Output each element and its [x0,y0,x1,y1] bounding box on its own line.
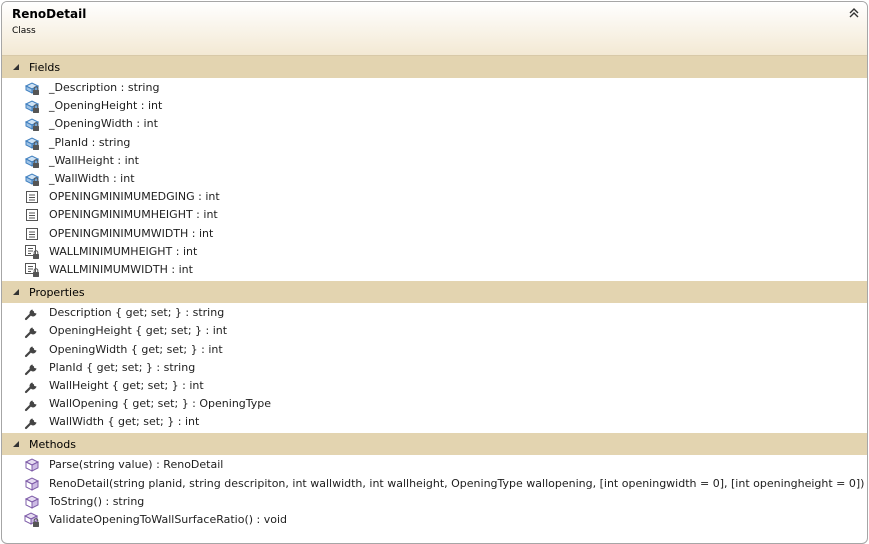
class-name: RenoDetail [12,7,87,21]
private-field-icon [24,98,40,114]
section-rows-fields: _Description : string _OpeningHeight : i… [2,78,867,281]
member-row[interactable]: OPENINGMINIMUMHEIGHT : int [2,206,867,224]
section-label: Properties [29,285,85,299]
member-signature: WallWidth { get; set; } : int [49,415,200,429]
property-wrench-icon [24,396,40,412]
member-row[interactable]: Description { get; set; } : string [2,304,867,322]
member-row[interactable]: WallHeight { get; set; } : int [2,377,867,395]
constant-icon [24,226,40,242]
member-signature: ToString() : string [49,494,145,508]
private-field-icon [24,153,40,169]
section-label: Fields [29,60,61,74]
member-row[interactable]: _OpeningWidth : int [2,115,867,133]
property-wrench-icon [24,342,40,358]
private-field-icon [24,116,40,132]
section-header-fields[interactable]: Fields [2,56,867,78]
member-row[interactable]: OPENINGMINIMUMEDGING : int [2,188,867,206]
section-rows-methods: Parse(string value) : RenoDetail RenoDet… [2,455,867,531]
member-row[interactable]: ToString() : string [2,493,867,511]
section-rows-properties: Description { get; set; } : string Openi… [2,303,867,433]
constant-icon [24,189,40,205]
expand-triangle-icon[interactable] [12,63,20,71]
member-row[interactable]: OpeningHeight { get; set; } : int [2,322,867,340]
member-signature: OPENINGMINIMUMWIDTH : int [49,226,214,240]
member-signature: Description { get; set; } : string [49,306,225,320]
section-label: Methods [29,437,76,451]
member-signature: _WallHeight : int [49,153,139,167]
member-signature: WallHeight { get; set; } : int [49,378,204,392]
constant-icon [24,207,40,223]
member-row[interactable]: _Description : string [2,79,867,97]
member-signature: OPENINGMINIMUMHEIGHT : int [49,208,218,222]
class-header: RenoDetail Class [2,2,867,56]
section-header-methods[interactable]: Methods [2,433,867,456]
private-field-icon [24,135,40,151]
method-cube-icon [24,457,40,473]
member-signature: _OpeningWidth : int [49,117,158,131]
member-row[interactable]: OpeningWidth { get; set; } : int [2,340,867,358]
expand-triangle-icon[interactable] [12,288,20,296]
class-diagram-shape[interactable]: RenoDetail Class Fields _Description : s… [1,1,868,544]
double-chevron-up-icon[interactable] [847,6,861,20]
member-row[interactable]: PlanId { get; set; } : string [2,359,867,377]
expand-triangle-icon[interactable] [12,440,20,448]
member-signature: Parse(string value) : RenoDetail [49,458,224,472]
property-wrench-icon [24,323,40,339]
member-signature: _OpeningHeight : int [49,99,163,113]
member-signature: PlanId { get; set; } : string [49,360,196,374]
class-kind: Class [12,26,36,36]
property-wrench-icon [24,378,40,394]
member-row[interactable]: RenoDetail(string planid, string descrip… [2,475,867,493]
member-signature: _PlanId : string [49,135,131,149]
section-header-properties[interactable]: Properties [2,281,867,304]
property-wrench-icon [24,305,40,321]
member-signature: OpeningHeight { get; set; } : int [49,324,228,338]
member-row[interactable]: WallWidth { get; set; } : int [2,413,867,431]
member-signature: OPENINGMINIMUMEDGING : int [49,190,220,204]
member-signature: OpeningWidth { get; set; } : int [49,342,223,356]
method-cube-icon [24,476,40,492]
private-constant-icon [24,262,40,278]
member-row[interactable]: _OpeningHeight : int [2,97,867,115]
private-method-icon [24,512,40,528]
private-field-icon [24,171,40,187]
member-signature: _WallWidth : int [49,172,135,186]
member-row[interactable]: ValidateOpeningToWallSurfaceRatio() : vo… [2,511,867,529]
member-signature: WALLMINIMUMHEIGHT : int [49,244,198,258]
property-wrench-icon [24,414,40,430]
member-row[interactable]: _PlanId : string [2,134,867,152]
member-row[interactable]: Parse(string value) : RenoDetail [2,456,867,474]
member-signature: ValidateOpeningToWallSurfaceRatio() : vo… [49,513,288,527]
member-signature: WALLMINIMUMWIDTH : int [49,262,193,276]
property-wrench-icon [24,360,40,376]
private-constant-icon [24,244,40,260]
member-row[interactable]: _WallHeight : int [2,152,867,170]
member-row[interactable]: WallOpening { get; set; } : OpeningType [2,395,867,413]
member-signature: RenoDetail(string planid, string descrip… [49,476,865,490]
member-signature: _Description : string [49,81,160,95]
member-row[interactable]: WALLMINIMUMHEIGHT : int [2,243,867,261]
member-signature: WallOpening { get; set; } : OpeningType [49,397,272,411]
private-field-icon [24,80,40,96]
class-compartments: Fields _Description : string _OpeningHei… [2,56,867,531]
member-row[interactable]: OPENINGMINIMUMWIDTH : int [2,225,867,243]
member-row[interactable]: _WallWidth : int [2,170,867,188]
member-row[interactable]: WALLMINIMUMWIDTH : int [2,261,867,279]
method-cube-icon [24,494,40,510]
